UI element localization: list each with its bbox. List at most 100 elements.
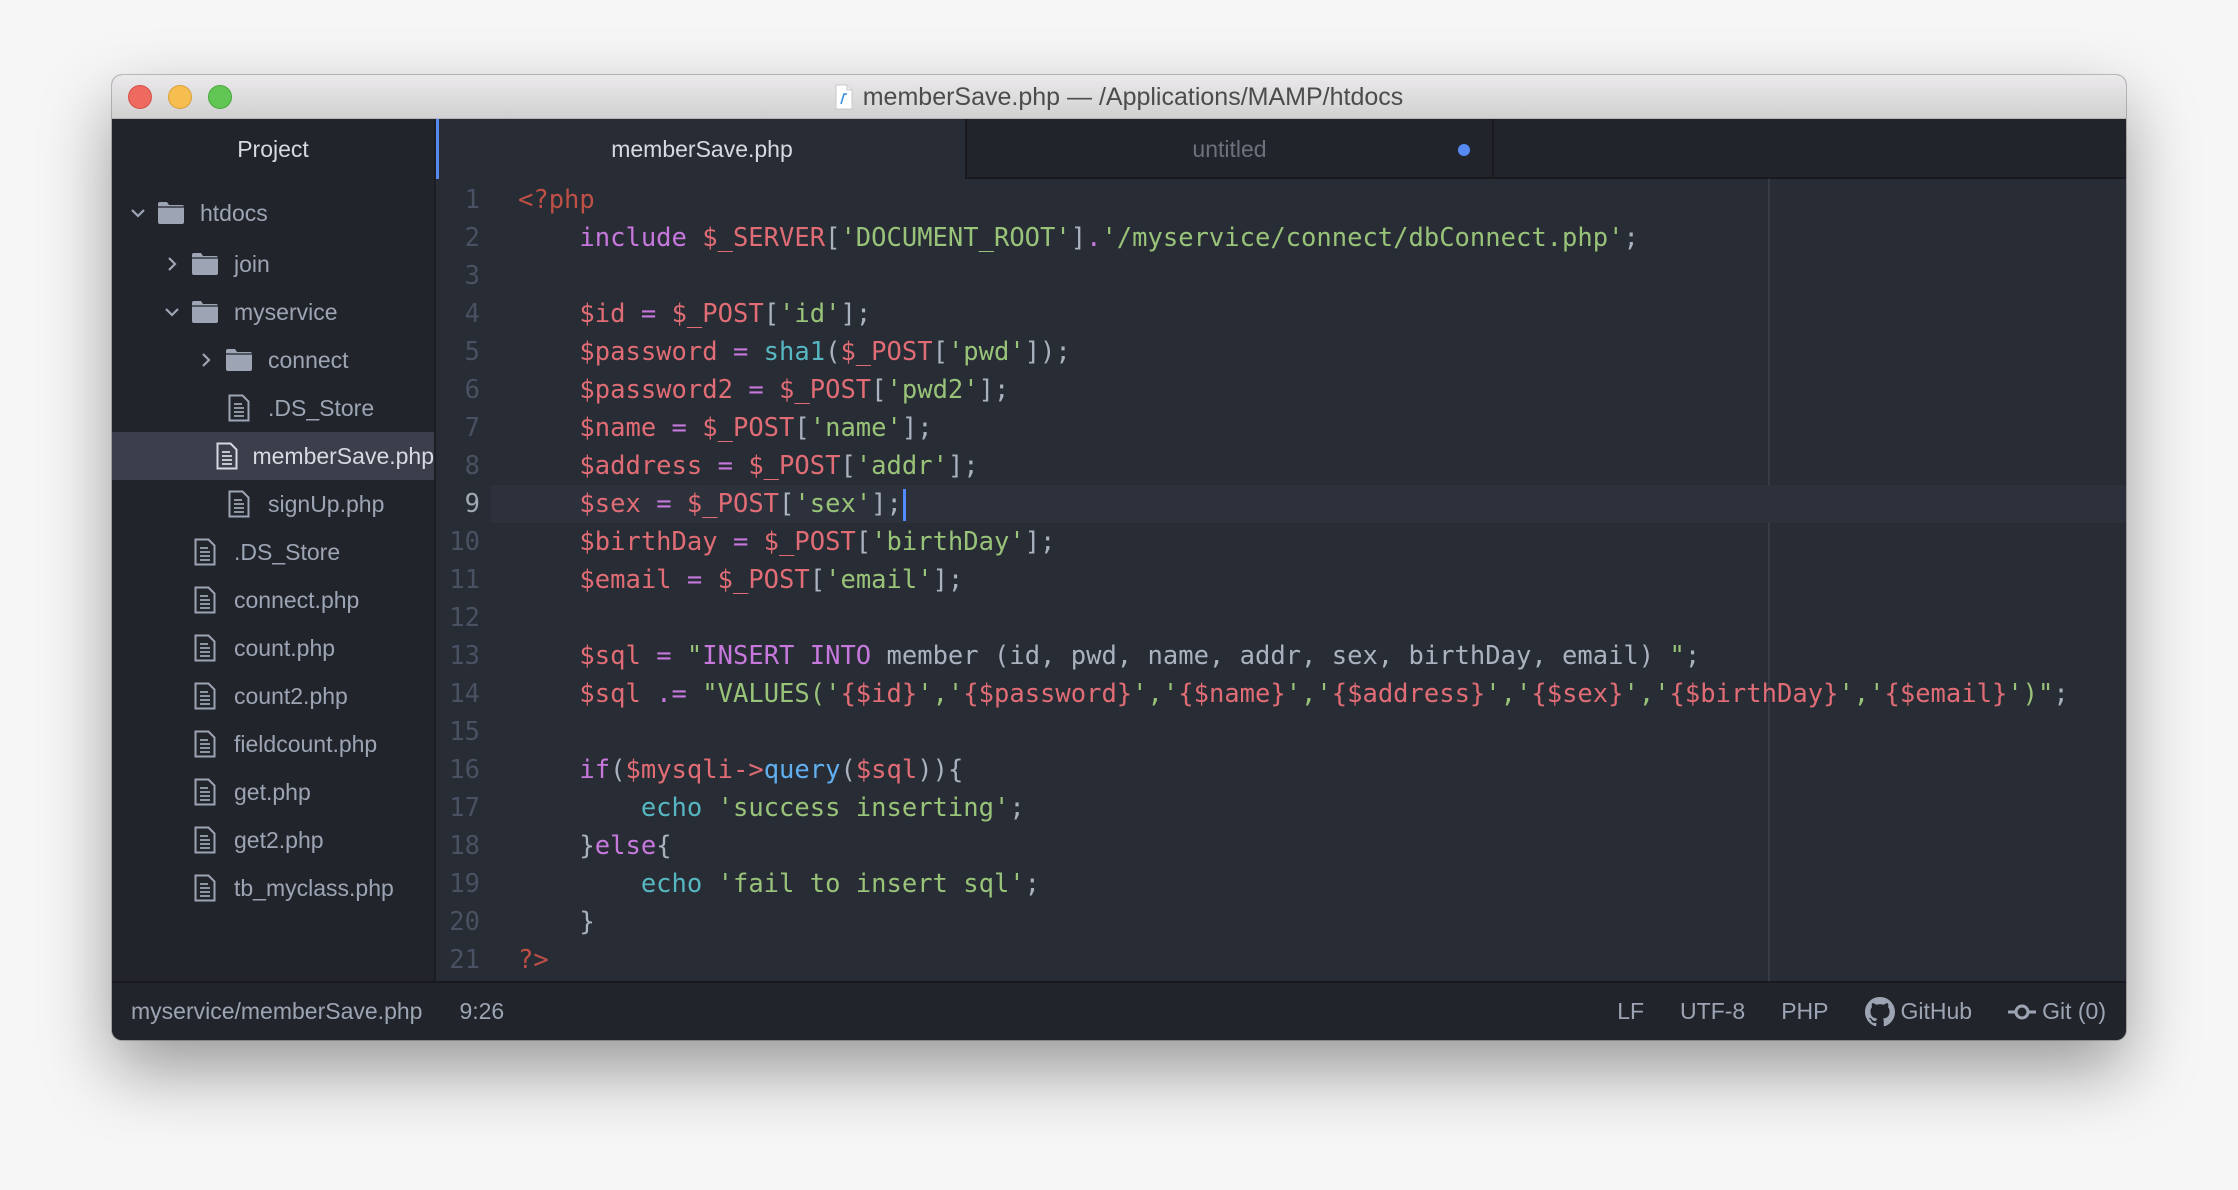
code-text: echo 'fail to insert sql';	[518, 865, 1040, 903]
code-line[interactable]: 3	[436, 257, 2126, 295]
chevron-right-icon[interactable]	[160, 252, 184, 276]
tree-item-label: memberSave.php	[252, 442, 434, 469]
file-icon	[190, 634, 220, 662]
code-token: [	[779, 489, 795, 519]
status-cursor-position[interactable]: 9:26	[459, 998, 504, 1025]
modified-indicator-icon[interactable]	[1458, 144, 1470, 156]
code-line[interactable]: 21 ?>	[436, 941, 2126, 979]
line-number[interactable]: 5	[436, 333, 480, 371]
code-line[interactable]: 9 $sex = $_POST['sex'];	[436, 485, 2126, 523]
code-line[interactable]: 19 echo 'fail to insert sql';	[436, 865, 2126, 903]
line-number[interactable]: 21	[436, 941, 480, 979]
tree-file[interactable]: tb_myclass.php	[112, 864, 434, 912]
tree-file[interactable]: count.php	[112, 624, 434, 672]
status-line-ending[interactable]: LF	[1617, 998, 1644, 1025]
tree-file[interactable]: memberSave.php	[112, 432, 434, 480]
file-icon	[224, 394, 254, 422]
code-line[interactable]: 11 $email = $_POST['email'];	[436, 561, 2126, 599]
code-line[interactable]: 5 $password = sha1($_POST['pwd']);	[436, 333, 2126, 371]
tree-file[interactable]: count2.php	[112, 672, 434, 720]
line-number[interactable]: 1	[436, 181, 480, 219]
code-line[interactable]: 4 $id = $_POST['id'];	[436, 295, 2126, 333]
tree-item-label: htdocs	[200, 199, 268, 226]
line-number[interactable]: 14	[436, 675, 480, 713]
line-number[interactable]: 4	[436, 295, 480, 333]
code-token: $_POST	[748, 451, 841, 481]
status-github[interactable]: GitHub	[1864, 996, 1972, 1027]
file-icon	[224, 490, 254, 518]
line-number[interactable]: 12	[436, 599, 480, 637]
status-git[interactable]: Git (0)	[2008, 998, 2106, 1025]
tree-item-label: myservice	[234, 298, 338, 325]
line-number[interactable]: 18	[436, 827, 480, 865]
code-line[interactable]: 15	[436, 713, 2126, 751]
code-token: echo	[640, 869, 703, 899]
tree-file[interactable]: signUp.php	[112, 480, 434, 528]
code-line[interactable]: 20 }	[436, 903, 2126, 941]
code-line[interactable]: 14 $sql .= "VALUES('{$id}','{$password}'…	[436, 675, 2126, 713]
status-grammar[interactable]: PHP	[1781, 998, 1828, 1025]
line-number[interactable]: 2	[436, 219, 480, 257]
line-number[interactable]: 17	[436, 789, 480, 827]
tree-folder[interactable]: join	[112, 240, 434, 288]
tree-folder[interactable]: myservice	[112, 288, 434, 336]
status-file-path[interactable]: myservice/memberSave.php	[131, 998, 422, 1025]
code-line[interactable]: 7 $name = $_POST['name'];	[436, 409, 2126, 447]
chevron-right-icon[interactable]	[194, 348, 218, 372]
code-token: $_POST	[717, 565, 810, 595]
code-line[interactable]: 18 }else{	[436, 827, 2126, 865]
tab-label: untitled	[1192, 135, 1267, 162]
code-token: query	[763, 755, 841, 785]
code-token: ];	[978, 375, 1010, 405]
code-line[interactable]: 10 $birthDay = $_POST['birthDay'];	[436, 523, 2126, 561]
code-token: {$id}	[840, 679, 918, 709]
code-line[interactable]: 2 include $_SERVER['DOCUMENT_ROOT'].'/my…	[436, 219, 2126, 257]
line-number[interactable]: 11	[436, 561, 480, 599]
line-number[interactable]: 20	[436, 903, 480, 941]
line-number[interactable]: 3	[436, 257, 480, 295]
tree-file[interactable]: fieldcount.php	[112, 720, 434, 768]
code-editor[interactable]: 1 <?php 2 include $_SERVER['DOCUMENT_ROOT'…	[436, 179, 2126, 981]
tree-folder[interactable]: htdocs	[112, 186, 434, 240]
line-number[interactable]: 7	[436, 409, 480, 447]
tree-file[interactable]: connect.php	[112, 576, 434, 624]
file-icon	[190, 538, 220, 566]
status-encoding[interactable]: UTF-8	[1680, 998, 1745, 1025]
tree-folder[interactable]: connect	[112, 336, 434, 384]
code-text: $id = $_POST['id'];	[518, 295, 871, 333]
line-number[interactable]: 16	[436, 751, 480, 789]
chevron-down-icon[interactable]	[160, 300, 184, 324]
code-text: $email = $_POST['email'];	[518, 561, 963, 599]
tree-file[interactable]: .DS_Store	[112, 384, 434, 432]
tree-item-label: join	[234, 250, 270, 277]
folder-icon	[190, 250, 220, 278]
chevron-down-icon[interactable]	[126, 201, 150, 225]
line-number[interactable]: 6	[436, 371, 480, 409]
code-line[interactable]: 6 $password2 = $_POST['pwd2'];	[436, 371, 2126, 409]
code-line[interactable]: 13 $sql = "INSERT INTO member (id, pwd, …	[436, 637, 2126, 675]
line-number[interactable]: 15	[436, 713, 480, 751]
line-number[interactable]: 10	[436, 523, 480, 561]
line-number[interactable]: 9	[436, 485, 480, 523]
code-line[interactable]: 16 if($mysqli->query($sql)){	[436, 751, 2126, 789]
code-token: =	[656, 489, 672, 519]
line-number[interactable]: 19	[436, 865, 480, 903]
tab-untitled[interactable]: untitled	[965, 119, 1494, 179]
tree-file[interactable]: get2.php	[112, 816, 434, 864]
line-number[interactable]: 8	[436, 447, 480, 485]
file-icon	[190, 730, 220, 758]
code-line[interactable]: 8 $address = $_POST['addr'];	[436, 447, 2126, 485]
code-line[interactable]: 12	[436, 599, 2126, 637]
code-line[interactable]: 17 echo 'success inserting';	[436, 789, 2126, 827]
tree-file[interactable]: .DS_Store	[112, 528, 434, 576]
line-number[interactable]: 13	[436, 637, 480, 675]
code-token: (	[825, 337, 841, 367]
code-line[interactable]: 1 <?php	[436, 181, 2126, 219]
tab-membersave-php[interactable]: memberSave.php	[436, 119, 965, 179]
tree-file[interactable]: get.php	[112, 768, 434, 816]
file-icon	[216, 442, 238, 470]
